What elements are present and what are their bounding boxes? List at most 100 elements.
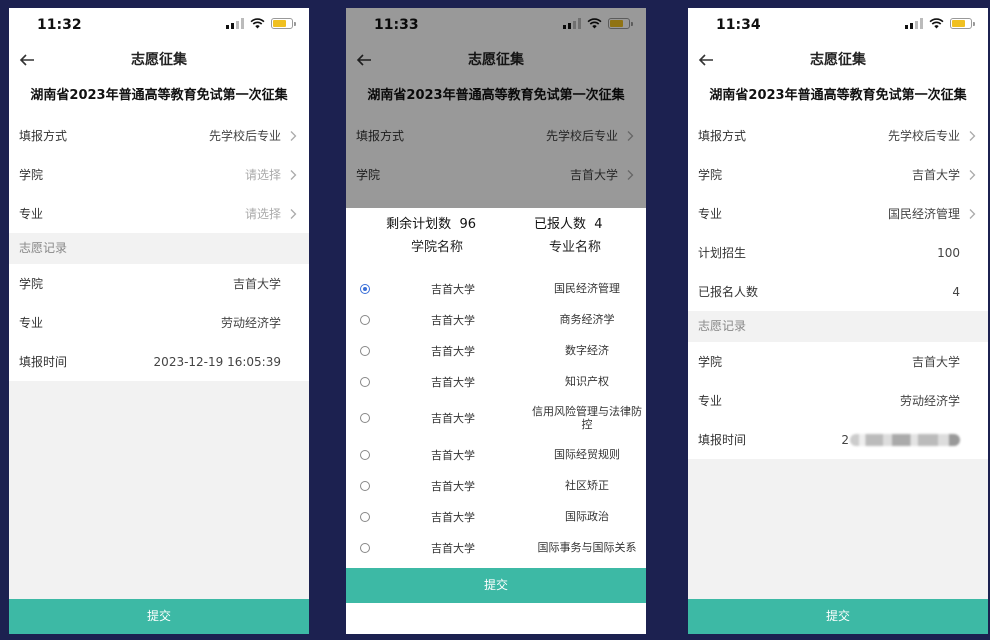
fill-method-row[interactable]: 填报方式 先学校后专业	[346, 116, 646, 155]
chevron-right-icon	[290, 208, 297, 219]
chevron-right-icon	[969, 169, 976, 180]
battery-icon	[950, 18, 975, 29]
option-major: 商务经济学	[559, 313, 615, 326]
back-arrow-icon[interactable]	[17, 50, 37, 70]
wifi-icon	[250, 18, 265, 29]
list-item[interactable]: 吉首大学 国民经济管理	[346, 273, 646, 304]
list-item[interactable]: 吉首大学 国际政治	[346, 501, 646, 532]
radio-icon[interactable]	[360, 511, 370, 522]
phone-screen-2: 11:33 志愿征集 湖南省2023年普通高等教育免试第一次征集 填报方式 先学…	[346, 8, 646, 634]
option-school: 吉首大学	[431, 344, 475, 358]
blurred-timestamp	[850, 434, 960, 446]
college-select-row[interactable]: 学院 吉首大学	[688, 155, 988, 194]
option-major: 国际政治	[565, 510, 609, 523]
back-arrow-icon[interactable]	[354, 50, 374, 70]
option-major: 国际经贸规则	[554, 448, 620, 461]
page-title: 志愿征集	[810, 52, 866, 68]
status-time: 11:33	[374, 17, 419, 33]
radio-icon[interactable]	[360, 449, 370, 460]
records-section-header: 志愿记录	[688, 311, 988, 342]
signal-icon	[563, 18, 581, 29]
option-major: 知识产权	[565, 375, 609, 388]
list-item[interactable]: 吉首大学 商务经济学	[346, 304, 646, 335]
wifi-icon	[587, 18, 602, 29]
list-item[interactable]: 吉首大学 国际事务与国际关系	[346, 532, 646, 563]
record-major-value: 劳动经济学	[899, 394, 960, 408]
fill-method-row[interactable]: 填报方式 先学校后专业	[688, 116, 988, 155]
phone-screen-1: 11:32 志愿征集 湖南省2023年普通高等教育免试第一次征集 填报方式 先学…	[9, 8, 309, 634]
back-arrow-icon[interactable]	[696, 50, 716, 70]
option-major: 信用风险管理与法律防控	[532, 405, 642, 431]
chevron-right-icon	[290, 130, 297, 141]
option-major: 社区矫正	[565, 479, 609, 492]
record-college-label: 学院	[698, 355, 723, 369]
list-item[interactable]: 吉首大学 社区矫正	[346, 470, 646, 501]
submit-button[interactable]: 提交	[346, 568, 646, 603]
planned-enrollment-row: 计划招生 100	[688, 233, 988, 272]
chevron-right-icon	[627, 130, 634, 141]
fill-method-row[interactable]: 填报方式 先学校后专业	[9, 116, 309, 155]
college-select-row[interactable]: 学院 吉首大学	[346, 155, 646, 194]
major-label: 专业	[19, 207, 44, 221]
radio-icon[interactable]	[360, 480, 370, 491]
list-item[interactable]: 吉首大学 知识产权	[346, 366, 646, 397]
college-value: 吉首大学	[911, 168, 960, 182]
major-picker-sheet: 剩余计划数 96 已报人数 4 学院名称 专业名称 吉首大学 国民经济管理 吉首大…	[346, 208, 646, 634]
wifi-icon	[929, 18, 944, 29]
planned-enrollment-value: 100	[937, 245, 960, 260]
list-item[interactable]: 吉首大学 信用风险管理与法律防控	[346, 397, 646, 439]
list-item[interactable]: 吉首大学 数字经济	[346, 335, 646, 366]
col-major-name: 专业名称	[549, 240, 602, 255]
option-school: 吉首大学	[431, 282, 475, 296]
remaining-value: 96	[459, 216, 476, 232]
option-school: 吉首大学	[431, 510, 475, 524]
collection-heading: 湖南省2023年普通高等教育免试第一次征集	[9, 76, 309, 116]
option-major: 国际事务与国际关系	[537, 541, 637, 554]
registered-label: 已报人数	[534, 216, 587, 232]
page-title: 志愿征集	[131, 52, 187, 68]
record-time-label: 填报时间	[19, 355, 68, 369]
signal-icon	[226, 18, 244, 29]
fill-method-value: 先学校后专业	[887, 129, 960, 143]
plan-counts: 剩余计划数 96 已报人数 4	[346, 208, 646, 236]
battery-icon	[608, 18, 633, 29]
collection-heading: 湖南省2023年普通高等教育免试第一次征集	[688, 76, 988, 116]
record-college-value: 吉首大学	[911, 355, 960, 369]
submit-button[interactable]: 提交	[688, 599, 988, 634]
option-school: 吉首大学	[431, 412, 475, 425]
radio-icon[interactable]	[360, 413, 370, 423]
status-bar: 11:34	[688, 8, 988, 44]
major-value: 国民经济管理	[887, 207, 960, 221]
radio-icon[interactable]	[360, 283, 370, 294]
planned-enrollment-label: 计划招生	[698, 246, 747, 260]
radio-icon[interactable]	[360, 376, 370, 387]
option-major: 数字经济	[565, 344, 609, 357]
college-label: 学院	[698, 168, 723, 182]
college-select-row[interactable]: 学院 请选择	[9, 155, 309, 194]
record-time-visible-prefix: 2	[841, 432, 849, 447]
option-school: 吉首大学	[431, 541, 475, 555]
record-major-label: 专业	[698, 394, 723, 408]
record-time-row: 填报时间 2	[688, 420, 988, 459]
status-icons	[226, 18, 296, 29]
phone-screen-3: 11:34 志愿征集 湖南省2023年普通高等教育免试第一次征集 填报方式 先学…	[688, 8, 988, 634]
radio-icon[interactable]	[360, 314, 370, 325]
major-select-row[interactable]: 专业 国民经济管理	[688, 194, 988, 233]
collection-heading: 湖南省2023年普通高等教育免试第一次征集	[346, 76, 646, 116]
picker-column-headers: 学院名称 专业名称	[346, 236, 646, 258]
fill-method-label: 填报方式	[356, 129, 405, 143]
option-school: 吉首大学	[431, 313, 475, 327]
status-time: 11:34	[716, 17, 761, 33]
record-major-row: 专业 劳动经济学	[9, 303, 309, 342]
registered-count-row: 已报名人数 4	[688, 272, 988, 311]
registered-value: 4	[594, 216, 603, 232]
radio-icon[interactable]	[360, 345, 370, 356]
submit-button[interactable]: 提交	[9, 599, 309, 634]
record-college-row: 学院 吉首大学	[688, 342, 988, 381]
status-bar: 11:32	[9, 8, 309, 44]
radio-icon[interactable]	[360, 542, 370, 553]
major-select-row[interactable]: 专业 请选择	[9, 194, 309, 233]
list-item[interactable]: 吉首大学 国际经贸规则	[346, 439, 646, 470]
status-time: 11:32	[37, 17, 82, 33]
records-section-header: 志愿记录	[9, 233, 309, 264]
